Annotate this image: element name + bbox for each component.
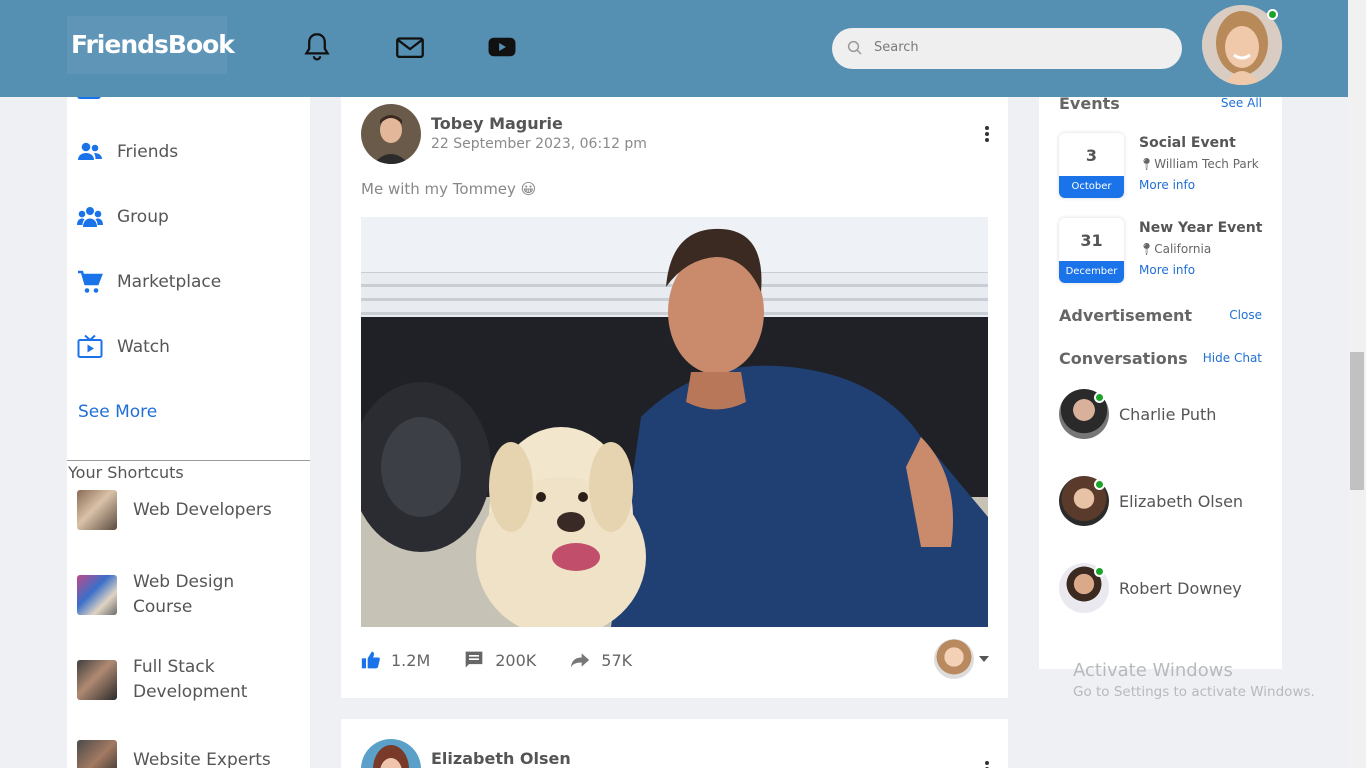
sidebar-item-group[interactable]: Group	[77, 202, 169, 232]
shortcut-thumbnail	[77, 740, 117, 768]
conversation-item[interactable]: Robert Downey	[1059, 563, 1242, 613]
share-count: 57K	[601, 650, 633, 670]
chevron-down-icon[interactable]	[979, 656, 989, 662]
event-name[interactable]: New Year Event	[1139, 220, 1262, 236]
shortcut-item-full-stack-development[interactable]: Full Stack Development	[77, 655, 273, 705]
post-date: 22 September 2023, 06:12 pm	[431, 136, 647, 152]
reaction-avatar[interactable]	[934, 639, 974, 679]
shortcut-item-website-experts[interactable]: Website Experts	[77, 740, 273, 768]
sidebar-item-friends[interactable]: Friends	[77, 137, 178, 167]
post-author-name[interactable]: Tobey Magurie	[431, 114, 563, 133]
avatar	[1059, 563, 1109, 613]
online-status-dot	[1094, 392, 1105, 403]
shortcut-item-web-developers[interactable]: Web Developers	[77, 490, 273, 530]
sidebar-item-watch[interactable]: Watch	[77, 332, 170, 362]
friends-icon	[78, 142, 102, 160]
avatar	[1059, 389, 1109, 439]
search-icon	[847, 40, 862, 55]
online-status-dot	[1094, 566, 1105, 577]
share-icon	[571, 653, 590, 668]
shortcut-label: Web Developers	[133, 499, 272, 520]
group-icon	[77, 207, 103, 227]
sidebar-item-marketplace[interactable]: Marketplace	[77, 267, 221, 297]
online-status-dot	[1267, 9, 1278, 20]
watch-icon	[77, 334, 103, 358]
feed-post: Tobey Magurie 22 September 2023, 06:12 p…	[341, 97, 1008, 698]
see-all-link[interactable]: See All	[1221, 96, 1262, 110]
contact-name: Charlie Puth	[1119, 404, 1217, 424]
sidebar-item-label: Group	[117, 207, 169, 227]
search-input[interactable]: Search	[874, 40, 919, 55]
comment-count: 200K	[495, 650, 537, 670]
map-pin-icon: 📍︎	[1139, 157, 1155, 171]
comment-button[interactable]: 200K	[463, 650, 536, 670]
right-sidebar: Events See All 3 October Social Event 📍︎…	[1039, 94, 1282, 669]
shortcut-thumbnail	[77, 490, 117, 530]
avatar	[1059, 476, 1109, 526]
like-count: 1.2M	[391, 650, 431, 670]
contact-name: Robert Downey	[1119, 578, 1242, 598]
contact-name: Elizabeth Olsen	[1119, 491, 1244, 511]
online-status-dot	[1094, 479, 1105, 490]
shortcut-label: Full Stack Development	[133, 657, 248, 702]
feed-post: Elizabeth Olsen	[341, 719, 1008, 768]
more-info-link[interactable]: More info	[1139, 178, 1195, 192]
event-location: 📍︎California	[1139, 242, 1212, 256]
post-author-avatar[interactable]	[361, 104, 421, 164]
event-month: October	[1059, 176, 1124, 198]
comment-icon	[465, 651, 483, 668]
shortcut-thumbnail	[77, 575, 117, 615]
youtube-icon[interactable]	[485, 30, 519, 64]
post-caption: Me with my Tommey 😀	[361, 180, 537, 198]
thumbs-up-icon	[361, 651, 380, 669]
map-pin-icon: 📍︎	[1139, 242, 1155, 256]
scrollbar-thumb[interactable]	[1350, 352, 1364, 490]
bell-icon[interactable]	[300, 30, 334, 64]
windows-activation-watermark: Activate Windows Go to Settings to activ…	[1073, 660, 1315, 700]
left-sidebar: Friends Group Marketplace Watch See More…	[67, 91, 310, 768]
more-info-link[interactable]: More info	[1139, 263, 1195, 277]
close-ad-link[interactable]: Close	[1229, 308, 1262, 322]
watermark-title: Activate Windows	[1073, 660, 1233, 681]
app-logo[interactable]: FriendsBook	[67, 16, 235, 74]
mail-icon[interactable]	[393, 30, 427, 64]
event-day: 31	[1080, 231, 1103, 250]
like-button[interactable]: 1.2M	[361, 650, 430, 670]
shortcut-thumbnail	[77, 660, 117, 700]
event-name[interactable]: Social Event	[1139, 135, 1236, 151]
shortcut-item-web-design-course[interactable]: Web Design Course	[77, 570, 273, 620]
share-button[interactable]: 57K	[569, 650, 632, 670]
search-bar[interactable]: Search	[832, 28, 1182, 69]
advertisement-title: Advertisement	[1059, 306, 1193, 325]
sidebar-item-label: Marketplace	[117, 272, 222, 292]
conversations-title: Conversations	[1059, 349, 1188, 368]
post-options-icon[interactable]	[985, 126, 989, 144]
post-author-avatar[interactable]	[361, 739, 421, 768]
see-more-link[interactable]: See More	[78, 402, 157, 422]
conversation-item[interactable]: Charlie Puth	[1059, 389, 1216, 439]
shortcut-label: Web Design Course	[133, 572, 235, 617]
watermark-subtitle: Go to Settings to activate Windows.	[1073, 684, 1315, 700]
post-stats: 1.2M 200K 57K	[361, 645, 665, 675]
sidebar-divider	[67, 460, 310, 461]
event-location: 📍︎William Tech Park	[1139, 157, 1259, 171]
cart-icon	[78, 270, 103, 293]
top-navbar: FriendsBook Search	[0, 0, 1348, 97]
sidebar-item-label: Watch	[117, 337, 170, 357]
post-image[interactable]	[361, 217, 988, 627]
event-date-badge: 31 December	[1059, 218, 1124, 283]
shortcuts-title: Your Shortcuts	[68, 463, 184, 482]
sidebar-item-label: Friends	[117, 142, 179, 162]
event-day: 3	[1085, 146, 1098, 165]
conversation-item[interactable]: Elizabeth Olsen	[1059, 476, 1243, 526]
shortcut-label: Website Experts	[133, 749, 271, 768]
event-date-badge: 3 October	[1059, 133, 1124, 198]
post-photo	[361, 217, 988, 627]
event-month: December	[1059, 261, 1124, 283]
post-author-name[interactable]: Elizabeth Olsen	[431, 749, 571, 768]
post-options-icon[interactable]	[985, 761, 989, 768]
hide-chat-link[interactable]: Hide Chat	[1203, 351, 1262, 365]
